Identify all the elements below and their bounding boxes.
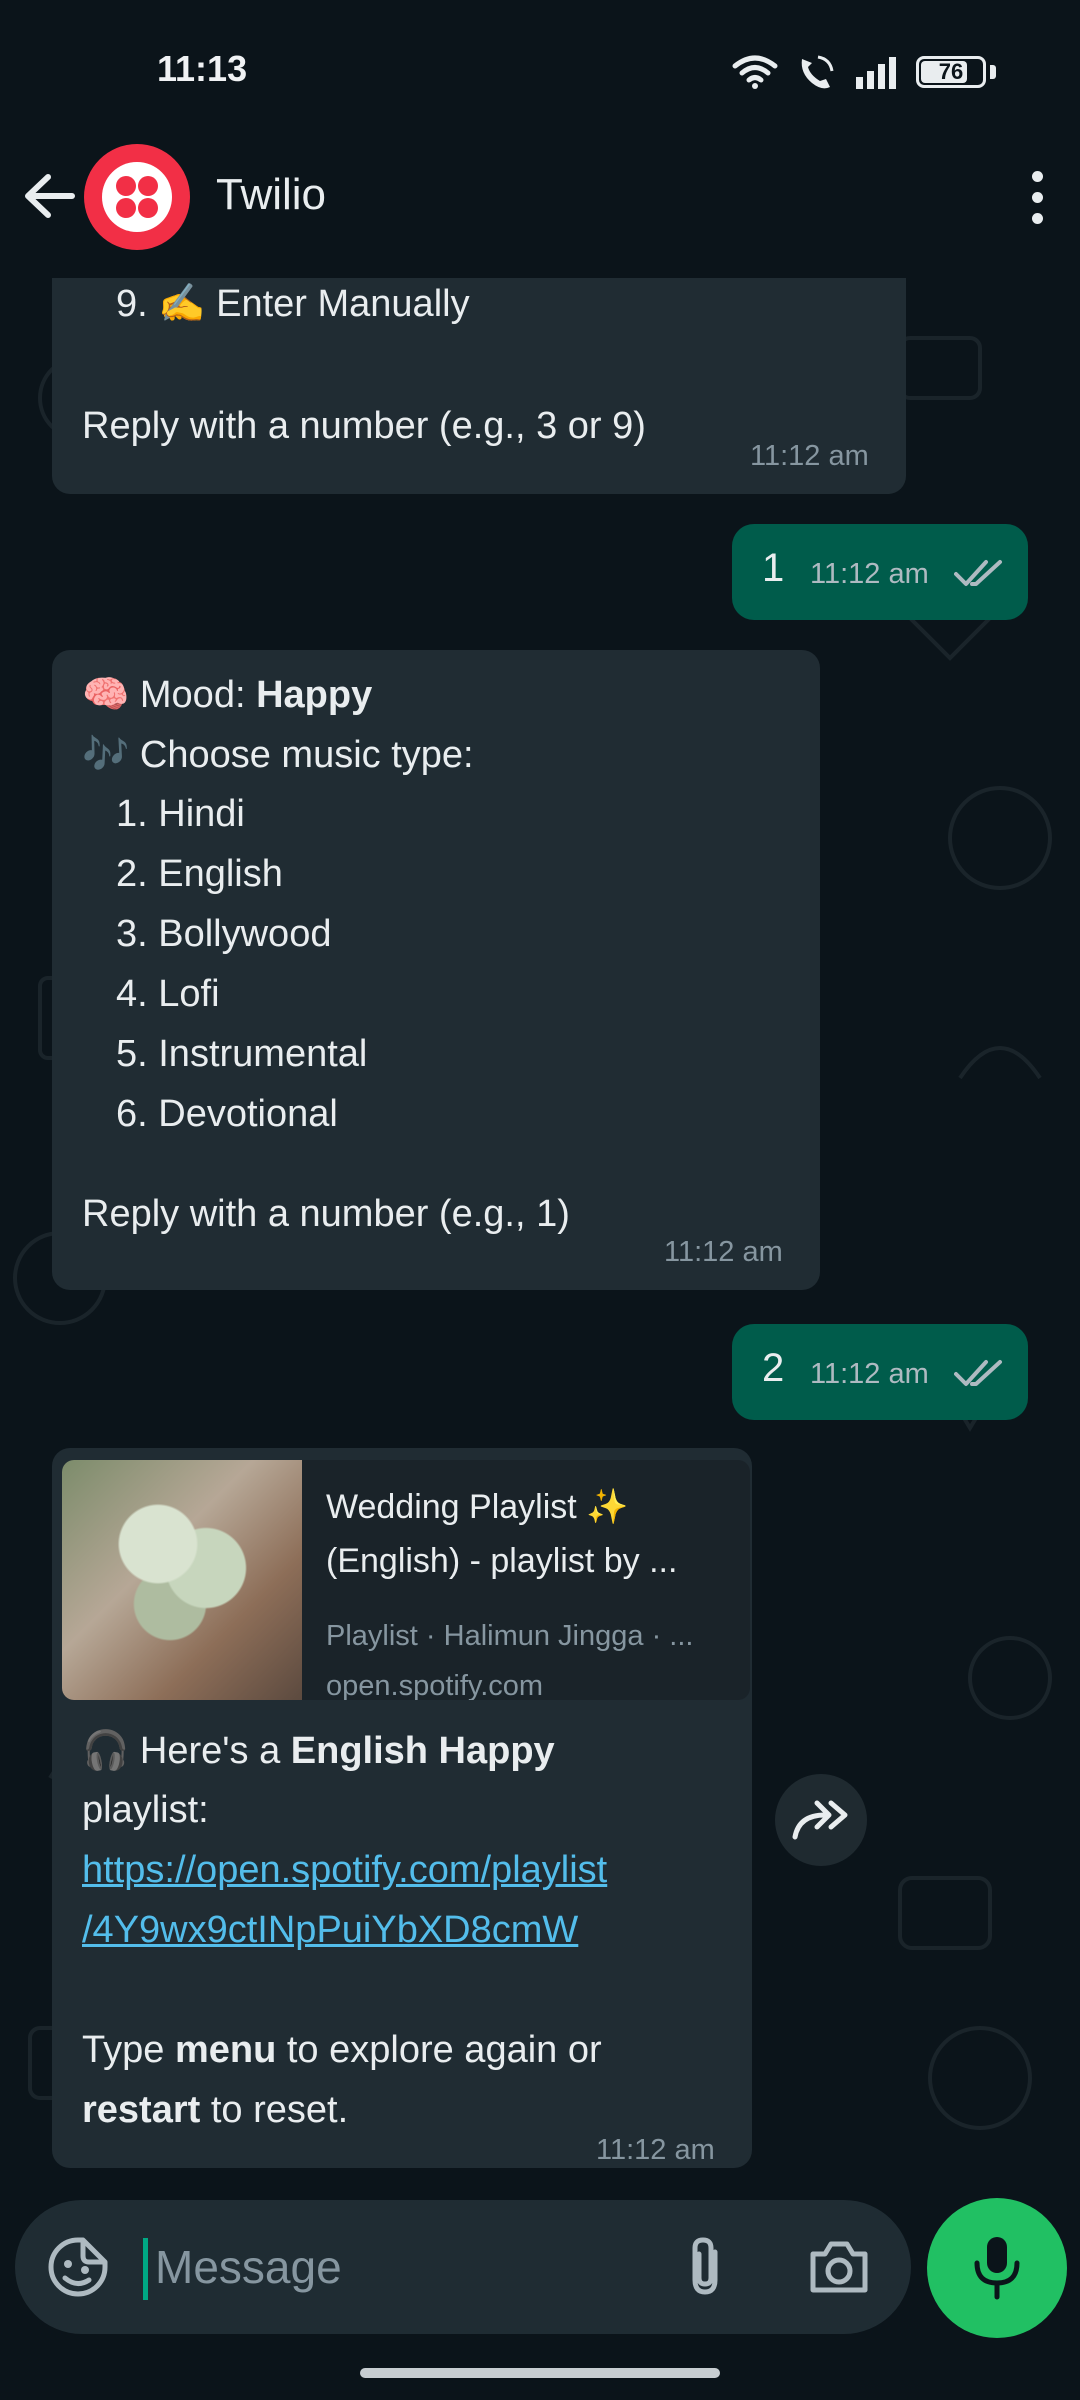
playlist-thumbnail	[62, 1460, 302, 1700]
menu-dot	[1031, 212, 1043, 224]
forward-icon	[792, 1800, 848, 1840]
message-line: restart to reset.	[82, 2080, 348, 2140]
wifi-call-icon	[801, 55, 834, 89]
highlight-text: English Happy	[290, 1730, 555, 1772]
message-text: 1	[762, 546, 785, 590]
message-time: 11:12 am	[810, 1358, 929, 1390]
list-item: 4. Lofi	[116, 973, 220, 1015]
paperclip-icon[interactable]	[675, 2234, 739, 2300]
whatsapp-chat-screen: 11:13 76 Twilio 9. ✍️ Enter Manually Rep…	[0, 0, 1080, 2400]
list-item: 6. Devotional	[116, 1093, 338, 1135]
mood-line: 🧠 Mood: Happy	[82, 664, 372, 725]
signal-icon	[856, 57, 896, 89]
brain-icon: 🧠	[82, 672, 130, 716]
message-line: 🎧 Here's a English Happy	[82, 1720, 555, 1781]
choose-label: Choose music type:	[139, 734, 474, 776]
twilio-logo	[102, 162, 172, 232]
message-line: playlist:	[82, 1789, 209, 1831]
mood-label: Mood:	[139, 674, 257, 716]
battery-cap	[990, 65, 996, 79]
microphone-icon	[974, 2237, 1020, 2300]
link-preview-card[interactable]: Wedding Playlist ✨ (English) - playlist …	[62, 1460, 750, 1700]
more-options-button[interactable]	[1012, 162, 1062, 232]
contact-name[interactable]: Twilio	[216, 170, 326, 220]
status-icons: 76	[732, 52, 996, 92]
link-line[interactable]: /4Y9wx9ctINpPuiYbXD8cmW	[82, 1900, 607, 1960]
menu-dot	[1031, 191, 1043, 203]
spotify-link[interactable]: https://open.spotify.com/playlist /4Y9wx…	[82, 1840, 607, 1960]
incoming-message[interactable]: Wedding Playlist ✨ (English) - playlist …	[52, 1448, 752, 2168]
preview-domain: open.spotify.com	[326, 1670, 544, 1700]
outgoing-message[interactable]: 1 11:12 am	[732, 524, 1028, 620]
choose-line: 🎶 Choose music type:	[82, 724, 474, 785]
text-fragment: Here's a	[139, 1730, 291, 1772]
incoming-message[interactable]: 🧠 Mood: Happy 🎶 Choose music type: 1. Hi…	[52, 650, 820, 1290]
preview-title-line: (English) - playlist by ...	[326, 1542, 678, 1580]
list-item: 3. Bollywood	[116, 913, 332, 955]
text-cursor	[143, 2238, 148, 2300]
message-list[interactable]: 9. ✍️ Enter Manually Reply with a number…	[0, 278, 1080, 2200]
sticker-emoji-icon[interactable]	[47, 2236, 109, 2298]
chat-header: Twilio	[0, 140, 1080, 278]
back-button[interactable]	[22, 168, 78, 224]
message-composer	[15, 2200, 911, 2334]
double-check-icon	[954, 1360, 1002, 1386]
more-vertical-icon	[1031, 170, 1043, 182]
wifi-icon	[732, 55, 778, 89]
list-item: 5. Instrumental	[116, 1033, 368, 1075]
forward-button[interactable]	[775, 1774, 867, 1866]
contact-avatar[interactable]	[84, 144, 190, 250]
option-list: 1. Hindi 2. English 3. Bollywood 4. Lofi…	[116, 784, 367, 1144]
incoming-message[interactable]: 9. ✍️ Enter Manually Reply with a number…	[52, 278, 906, 494]
mood-value: Happy	[256, 674, 373, 716]
outgoing-message[interactable]: 2 11:12 am	[732, 1324, 1028, 1420]
double-check-icon	[954, 560, 1002, 586]
camera-icon[interactable]	[807, 2236, 871, 2298]
preview-title: Wedding Playlist ✨ (English) - playlist …	[326, 1480, 736, 1588]
status-time: 11:13	[157, 48, 248, 89]
headphone-icon: 🎧	[82, 1728, 130, 1772]
text-fragment: to reset.	[200, 2089, 349, 2131]
message-text: 2	[762, 1346, 785, 1390]
gesture-nav-bar[interactable]	[360, 2368, 720, 2378]
reply-hint: Reply with a number (e.g., 3 or 9)	[82, 405, 646, 447]
message-input[interactable]	[155, 2230, 615, 2304]
list-option-9: 9. ✍️ Enter Manually	[116, 283, 470, 325]
list-item: 2. English	[116, 853, 283, 895]
reply-hint: Reply with a number (e.g., 1)	[82, 1193, 570, 1235]
message-time: 11:12 am	[596, 2134, 715, 2166]
arrow-left-icon	[25, 174, 75, 218]
link-line[interactable]: https://open.spotify.com/playlist	[82, 1840, 607, 1900]
status-bar: 11:13 76	[0, 0, 1080, 140]
message-line: Type menu to explore again or	[82, 2020, 602, 2080]
message-time: 11:12 am	[664, 1236, 783, 1268]
message-time: 11:12 am	[810, 558, 929, 590]
battery-level: 76	[938, 59, 964, 84]
preview-title-line: Wedding Playlist ✨	[326, 1488, 629, 1526]
music-notes-icon: 🎶	[82, 732, 130, 776]
text-fragment: Type	[82, 2029, 175, 2071]
message-time: 11:12 am	[750, 440, 869, 472]
menu-keyword: menu	[174, 2029, 277, 2071]
restart-keyword: restart	[82, 2089, 201, 2131]
text-fragment: to explore again or	[276, 2029, 602, 2071]
list-item: 1. Hindi	[116, 793, 245, 835]
voice-record-button[interactable]	[927, 2198, 1067, 2338]
battery-indicator: 76	[916, 56, 986, 88]
